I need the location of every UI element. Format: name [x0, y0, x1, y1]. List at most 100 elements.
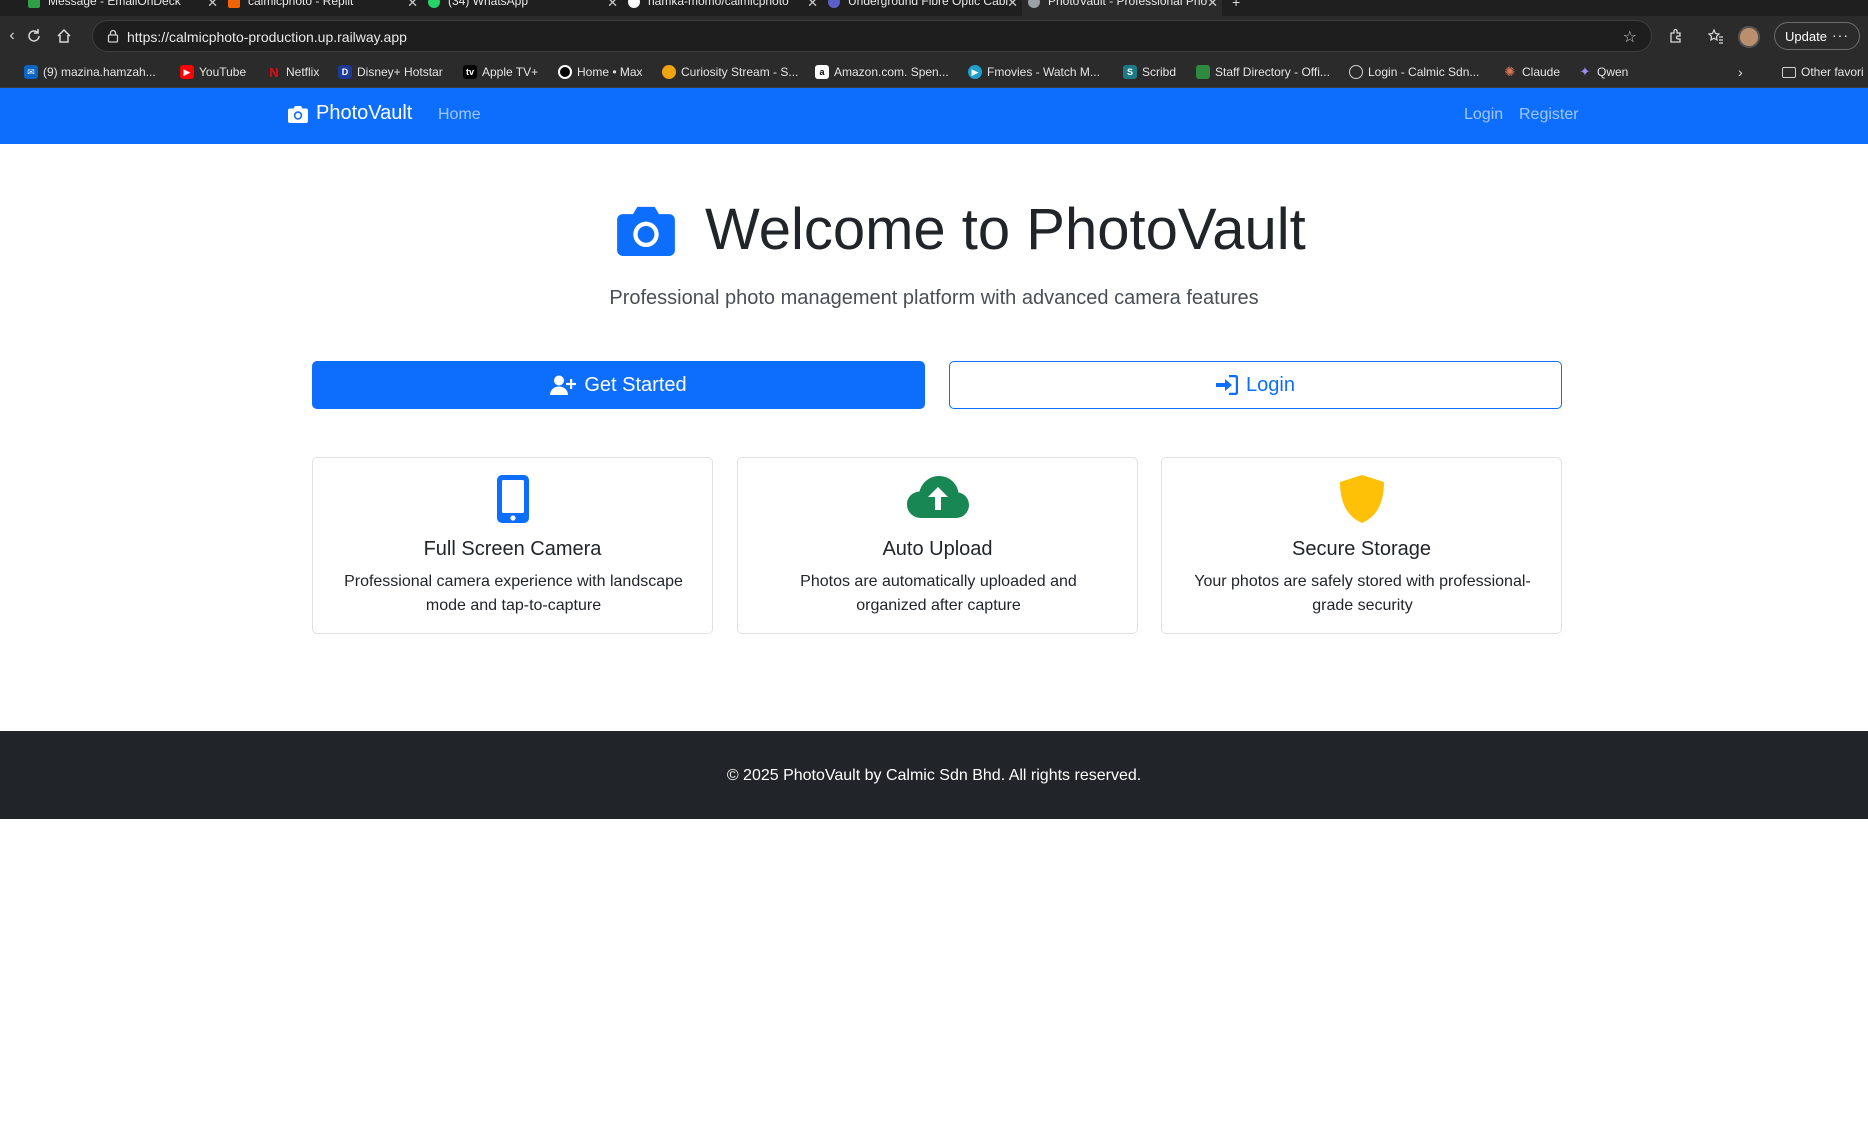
bookmark-item[interactable]: Home • Max	[558, 64, 643, 80]
nav-home-link[interactable]: Home	[438, 106, 481, 124]
bookmarks-overflow-icon[interactable]: ›	[1738, 64, 1743, 80]
tab-title: calmicphoto - Replit	[248, 0, 354, 8]
plus-icon: +	[1232, 0, 1241, 10]
browser-tab[interactable]: calmicphoto - Replit ✕	[222, 0, 422, 16]
qwen-icon: ✦	[1579, 64, 1591, 79]
site-navbar: PhotoVault Home Login Register	[0, 88, 1868, 144]
tab-close-icon[interactable]: ✕	[807, 0, 818, 11]
other-bookmarks-label: Other favori	[1801, 65, 1864, 79]
tab-title: Message - EmailOnDeck	[48, 0, 181, 8]
bookmark-label: (9) mazina.hamzah...	[43, 65, 156, 79]
bookmark-label: Fmovies - Watch M...	[987, 65, 1100, 79]
curiosity-stream-icon	[662, 65, 676, 79]
more-options-icon[interactable]: ···	[1832, 27, 1849, 43]
browser-tab[interactable]: (34) WhatsApp ✕	[422, 0, 622, 16]
bookmarks-bar: ✉ (9) mazina.hamzah... ▶ YouTube N Netfl…	[0, 56, 1868, 88]
browser-toolbar: ‹ https://calmicphoto-production.up.rail…	[0, 16, 1868, 56]
get-started-button[interactable]: Get Started	[312, 361, 925, 409]
tab-close-icon[interactable]: ✕	[207, 0, 218, 11]
tab-title: PhotoVault - Professional Photo M	[1048, 0, 1208, 8]
hero-section: Welcome to PhotoVault	[0, 196, 1868, 266]
tab-title: Underground Fibre Optic Cable S	[848, 0, 1008, 8]
disney-icon: D	[338, 65, 352, 79]
favorites-icon[interactable]	[1704, 24, 1728, 48]
feature-card: Secure Storage Your photos are safely st…	[1161, 457, 1562, 634]
bookmark-item[interactable]: ✉ (9) mazina.hamzah...	[24, 64, 156, 80]
apple-tv-icon: tv	[463, 65, 477, 79]
brand-link[interactable]: PhotoVault	[288, 102, 412, 125]
bookmark-label: Login - Calmic Sdn...	[1368, 65, 1480, 79]
home-icon[interactable]	[52, 24, 76, 48]
tab-close-icon[interactable]: ✕	[1207, 0, 1218, 11]
bookmark-label: Apple TV+	[482, 65, 539, 79]
bookmark-label: Qwen	[1597, 65, 1629, 79]
url-text[interactable]: https://calmicphoto-production.up.railwa…	[127, 29, 407, 45]
bookmark-item[interactable]: tv Apple TV+	[463, 64, 538, 80]
bookmark-star-icon[interactable]: ☆	[1623, 27, 1637, 47]
copyright-text: © 2025 PhotoVault by Calmic Sdn Bhd. All…	[726, 767, 1142, 784]
bookmark-label: Home • Max	[577, 65, 643, 79]
browser-tab-active[interactable]: PhotoVault - Professional Photo M ✕	[1022, 0, 1222, 16]
nav-register-link[interactable]: Register	[1519, 106, 1579, 124]
feature-card: Auto Upload Photos are automatically upl…	[737, 457, 1138, 634]
tab-favicon-icon	[228, 0, 240, 8]
bookmark-item[interactable]: Login - Calmic Sdn...	[1349, 64, 1479, 80]
bookmark-item[interactable]: ✦ Qwen	[1578, 64, 1629, 80]
other-bookmarks-folder[interactable]: Other favori	[1782, 64, 1864, 80]
folder-icon	[1782, 66, 1796, 78]
site-footer: © 2025 PhotoVault by Calmic Sdn Bhd. All…	[0, 731, 1868, 819]
bookmark-item[interactable]: Curiosity Stream - S...	[662, 64, 798, 80]
browser-tab[interactable]: Message - EmailOnDeck ✕	[22, 0, 222, 16]
bookmark-label: Netflix	[286, 65, 320, 79]
bookmark-item[interactable]: a Amazon.com. Spen...	[815, 64, 949, 80]
back-icon[interactable]: ‹	[0, 24, 24, 48]
page-title: Welcome to PhotoVault	[705, 197, 1306, 262]
fmovies-icon: ▶	[968, 65, 982, 79]
bookmark-item[interactable]: ✺ Claude	[1503, 64, 1560, 80]
browser-tab-strip: Message - EmailOnDeck ✕ calmicphoto - Re…	[0, 0, 1868, 16]
bookmark-label: Disney+ Hotstar	[357, 65, 443, 79]
tab-close-icon[interactable]: ✕	[1007, 0, 1018, 11]
nav-login-link[interactable]: Login	[1464, 106, 1503, 124]
reload-icon[interactable]	[22, 24, 46, 48]
browser-tab[interactable]: hamka-momo/calmicphoto ✕	[622, 0, 822, 16]
get-started-label: Get Started	[584, 373, 687, 396]
phone-icon	[496, 475, 529, 523]
scribd-icon: S	[1123, 65, 1137, 79]
tab-title: hamka-momo/calmicphoto	[648, 0, 789, 8]
bookmark-label: Amazon.com. Spen...	[834, 65, 949, 79]
profile-avatar[interactable]	[1738, 26, 1760, 48]
brand-name: PhotoVault	[316, 102, 413, 124]
netflix-icon: N	[267, 65, 281, 80]
bookmark-item[interactable]: S Scribd	[1123, 64, 1176, 80]
login-button[interactable]: Login	[949, 361, 1562, 409]
youtube-icon: ▶	[180, 65, 194, 79]
extensions-icon[interactable]	[1664, 24, 1688, 48]
hero-lead-text: Professional photo management platform w…	[609, 287, 1259, 309]
feature-title: Full Screen Camera	[423, 538, 602, 560]
tab-close-icon[interactable]: ✕	[607, 0, 618, 11]
address-bar[interactable]: https://calmicphoto-production.up.railwa…	[92, 20, 1652, 52]
sign-in-icon	[1216, 375, 1239, 395]
tab-favicon-icon	[1028, 0, 1040, 8]
bookmark-item[interactable]: Staff Directory - Offi...	[1196, 64, 1330, 80]
camera-icon	[288, 105, 308, 123]
bookmark-item[interactable]: ▶ YouTube	[180, 64, 246, 80]
new-tab-button[interactable]: +	[1228, 0, 1248, 16]
feature-title: Auto Upload	[882, 538, 993, 560]
tab-favicon-icon	[428, 0, 440, 8]
tab-favicon-icon	[628, 0, 640, 8]
browser-tab[interactable]: Underground Fibre Optic Cable S ✕	[822, 0, 1022, 16]
bookmark-item[interactable]: D Disney+ Hotstar	[338, 64, 443, 80]
user-plus-icon	[550, 375, 577, 395]
update-label: Update	[1785, 28, 1827, 44]
mail-icon: ✉	[24, 65, 38, 79]
update-button[interactable]: Update ···	[1774, 22, 1860, 50]
tab-close-icon[interactable]: ✕	[407, 0, 418, 11]
bookmark-item[interactable]: N Netflix	[267, 64, 319, 80]
staff-directory-icon	[1196, 65, 1210, 79]
bookmark-item[interactable]: ▶ Fmovies - Watch M...	[968, 64, 1100, 80]
feature-title: Secure Storage	[1292, 538, 1431, 560]
site-info-icon[interactable]	[105, 28, 121, 44]
feature-description: Photos are automatically uploaded and or…	[800, 573, 1077, 614]
